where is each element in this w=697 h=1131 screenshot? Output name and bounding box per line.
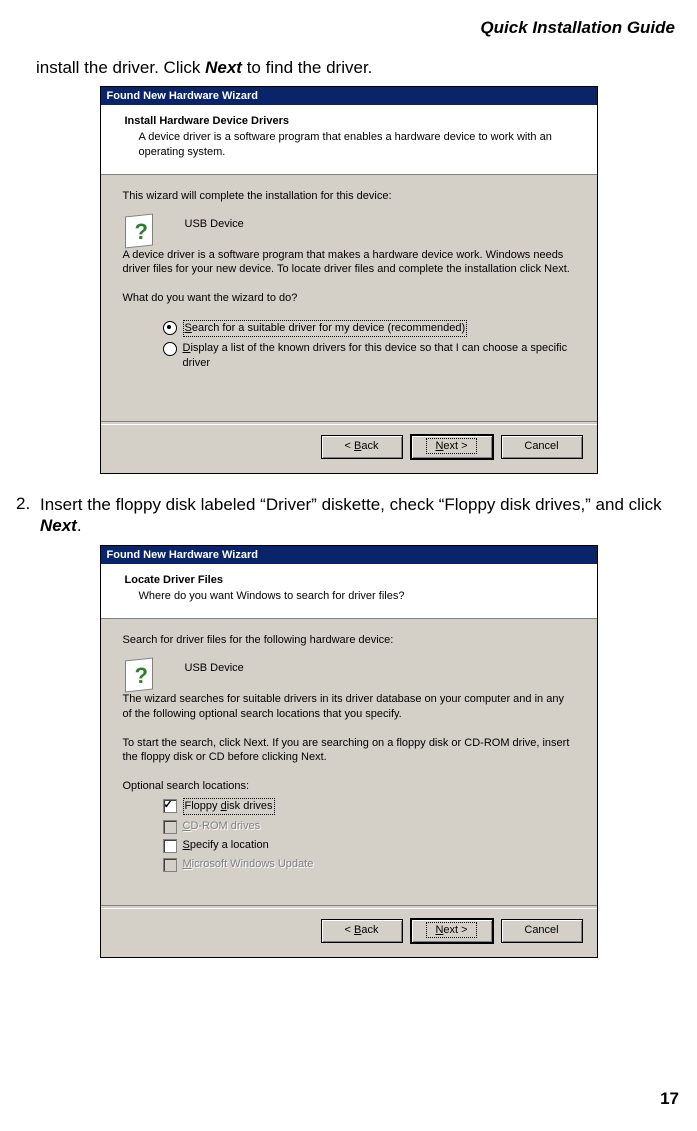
dialog1-device: USB Device [185, 218, 575, 230]
opt2-text: isplay a list of the known drivers for t… [183, 342, 568, 369]
step2-number: 2. [16, 494, 40, 538]
dialog1-line1: This wizard will complete the installati… [123, 189, 575, 204]
dialog2-banner-title: Locate Driver Files [125, 574, 579, 586]
next-button[interactable]: Next > [411, 919, 493, 943]
cancel-label: Cancel [524, 924, 558, 936]
radio-search-option[interactable]: Search for a suitable driver for my devi… [163, 320, 575, 337]
back-button[interactable]: < Back [321, 919, 403, 943]
dialog1-banner-desc: A device driver is a software program th… [139, 130, 579, 160]
back-label: < Back [345, 440, 379, 452]
checkbox-windows-update[interactable]: Microsoft Windows Update [163, 857, 575, 872]
dialog1-wrap: Found New Hardware Wizard Install Hardwa… [16, 86, 681, 474]
dialog2-banner: Locate Driver Files Where do you want Wi… [101, 564, 597, 619]
checkbox-icon [163, 799, 177, 813]
dialog1-title: Found New Hardware Wizard [107, 90, 258, 102]
dialog2-line4: Optional search locations: [123, 779, 575, 794]
dialog2-line1: Search for driver files for the followin… [123, 633, 575, 648]
checkbox-icon [163, 839, 177, 853]
dialog1-line2: A device driver is a software program th… [123, 248, 575, 278]
radio-search-label: Search for a suitable driver for my devi… [183, 320, 468, 337]
checkbox-floppy-label: Floppy disk drives [183, 798, 275, 815]
step2-text: Insert the floppy disk labeled “Driver” … [40, 494, 681, 538]
radio-icon [163, 321, 177, 335]
next-button[interactable]: Next > [411, 435, 493, 459]
checkbox-windows-update-label: Microsoft Windows Update [183, 857, 314, 872]
dialog2-line2: The wizard searches for suitable drivers… [123, 692, 575, 722]
step2-prefix: Insert the floppy disk labeled “Driver” … [40, 495, 662, 514]
step2-emphasis: Next [40, 516, 77, 535]
question-icon: ? [125, 215, 159, 249]
dialog2-banner-desc: Where do you want Windows to search for … [139, 589, 579, 604]
back-label: < Back [345, 924, 379, 936]
next-label: Next > [426, 438, 476, 454]
intro-emphasis: Next [205, 58, 242, 77]
checkbox-floppy[interactable]: Floppy disk drives [163, 798, 575, 815]
step2-suffix: . [77, 516, 82, 535]
checkbox-cdrom-label: CD-ROM drives [183, 819, 261, 834]
checkbox-specify[interactable]: Specify a location [163, 838, 575, 853]
document-page: Quick Installation Guide install the dri… [0, 0, 697, 1131]
dialog2-buttons: < Back Next > Cancel [101, 919, 597, 957]
radio-display-label: Display a list of the known drivers for … [183, 341, 575, 371]
divider [101, 905, 597, 909]
dialog2-content: Search for driver files for the followin… [101, 619, 597, 899]
step2-row: 2. Insert the floppy disk labeled “Drive… [16, 494, 681, 538]
intro-suffix: to find the driver. [242, 58, 372, 77]
dialog1-buttons: < Back Next > Cancel [101, 435, 597, 473]
wizard-dialog-2: Found New Hardware Wizard Locate Driver … [100, 545, 598, 958]
intro-prefix: install the driver. Click [36, 58, 205, 77]
dialog2-titlebar: Found New Hardware Wizard [101, 546, 597, 564]
checkbox-specify-label: Specify a location [183, 838, 269, 853]
document-header: Quick Installation Guide [16, 18, 675, 38]
dialog1-line3: What do you want the wizard to do? [123, 291, 575, 306]
dialog2-title: Found New Hardware Wizard [107, 549, 258, 561]
dialog2-wrap: Found New Hardware Wizard Locate Driver … [16, 545, 681, 958]
intro-text: install the driver. Click Next to find t… [36, 58, 681, 78]
radio-display-option[interactable]: Display a list of the known drivers for … [163, 341, 575, 371]
checkbox-cdrom[interactable]: CD-ROM drives [163, 819, 575, 834]
dialog1-content: This wizard will complete the installati… [101, 175, 597, 415]
next-label: Next > [426, 922, 476, 938]
dialog1-titlebar: Found New Hardware Wizard [101, 87, 597, 105]
checkbox-icon [163, 858, 177, 872]
cancel-label: Cancel [524, 440, 558, 452]
divider [101, 421, 597, 425]
dialog2-device: USB Device [185, 662, 575, 674]
cancel-button[interactable]: Cancel [501, 919, 583, 943]
dialog1-banner-title: Install Hardware Device Drivers [125, 115, 579, 127]
wizard-dialog-1: Found New Hardware Wizard Install Hardwa… [100, 86, 598, 474]
page-number: 17 [660, 1089, 679, 1109]
back-button[interactable]: < Back [321, 435, 403, 459]
checkbox-icon [163, 820, 177, 834]
question-icon: ? [125, 659, 159, 693]
opt1-text: earch for a suitable driver for my devic… [192, 322, 465, 334]
radio-icon [163, 342, 177, 356]
dialog2-line3: To start the search, click Next. If you … [123, 736, 575, 766]
cancel-button[interactable]: Cancel [501, 435, 583, 459]
dialog1-banner: Install Hardware Device Drivers A device… [101, 105, 597, 175]
